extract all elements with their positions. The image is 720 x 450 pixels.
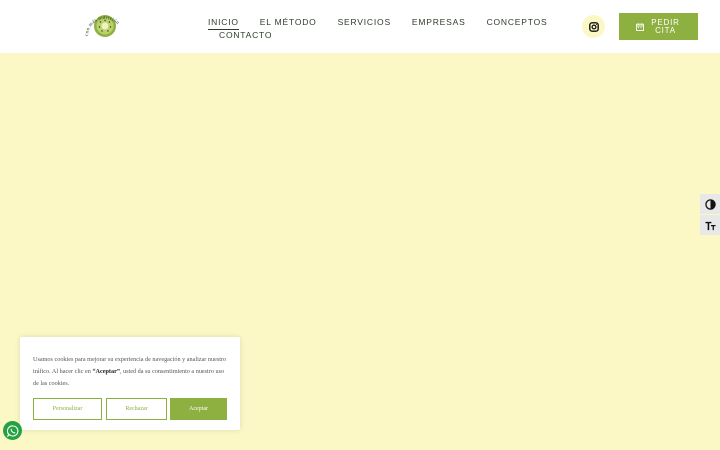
whatsapp-button[interactable] xyxy=(3,421,22,440)
site-header: con más nutrición INICIO EL MÉTODO SERVI… xyxy=(0,0,720,53)
kiwi-logo-icon: con más nutrición xyxy=(84,15,120,37)
instagram-button[interactable] xyxy=(582,15,605,38)
cookie-banner: Usamos cookies para mejorar su experienc… xyxy=(20,337,240,430)
text-size-icon xyxy=(704,221,716,230)
text-size-button[interactable] xyxy=(700,215,720,235)
contrast-toggle-button[interactable] xyxy=(700,194,720,214)
cookie-text-bold: “Aceptar” xyxy=(92,368,120,375)
instagram-icon xyxy=(588,21,599,32)
nav-item-servicios[interactable]: SERVICIOS xyxy=(338,14,391,30)
cookie-customize-button[interactable]: Personalizar xyxy=(33,398,102,420)
whatsapp-icon xyxy=(6,424,18,437)
nav-item-empresas[interactable]: EMPRESAS xyxy=(412,14,466,30)
book-appointment-label: PEDIR CITA xyxy=(651,17,680,35)
cookie-message: Usamos cookies para mejorar su experienc… xyxy=(33,354,231,390)
cookie-reject-button[interactable]: Rechazar xyxy=(106,398,167,420)
cookie-accept-button[interactable]: Aceptar xyxy=(170,398,227,420)
brand-logo[interactable]: con más nutrición xyxy=(80,6,130,46)
main-nav: INICIO EL MÉTODO SERVICIOS EMPRESAS CONC… xyxy=(200,14,547,43)
calendar-icon xyxy=(635,22,644,31)
nav-item-contacto[interactable]: CONTACTO xyxy=(219,27,272,43)
nav-item-conceptos[interactable]: CONCEPTOS xyxy=(487,14,548,30)
contrast-toggle-icon xyxy=(704,198,716,210)
book-appointment-button[interactable]: PEDIR CITA xyxy=(619,13,698,40)
